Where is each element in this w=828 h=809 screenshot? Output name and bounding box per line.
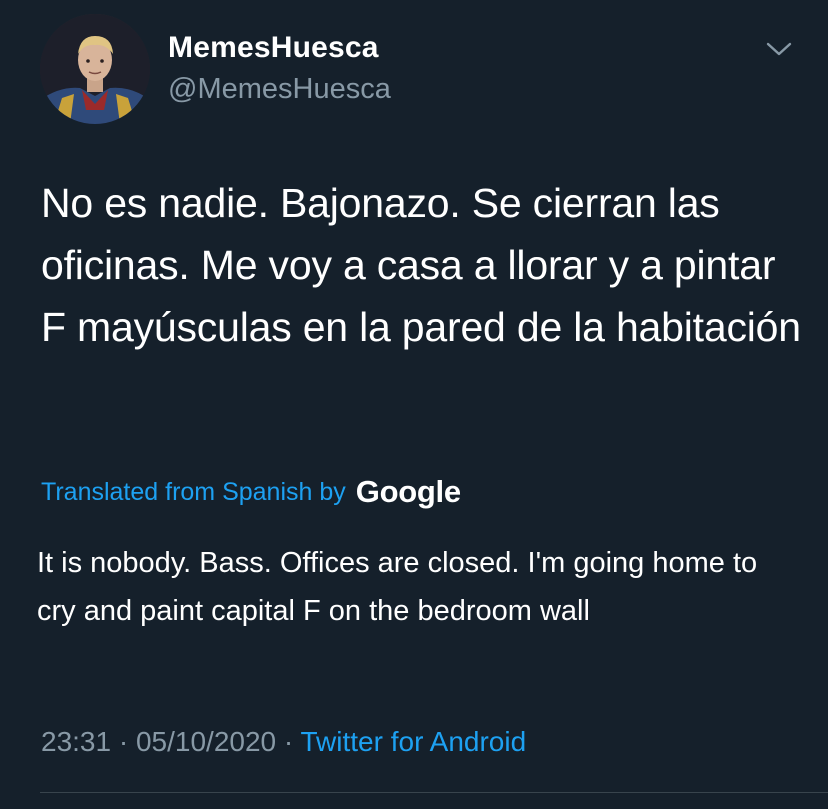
tweet-source-link[interactable]: Twitter for Android: [301, 726, 527, 757]
tweet-date[interactable]: 05/10/2020: [136, 726, 276, 757]
user-handle[interactable]: @MemesHuesca: [168, 73, 391, 106]
google-logo: Google: [355, 474, 461, 509]
meta-separator: ·: [276, 726, 301, 757]
meta-separator: ·: [111, 726, 136, 757]
translated-from-link[interactable]: Translated from Spanish by: [41, 478, 346, 507]
translation-attribution: Translated from Spanish by Google: [41, 472, 461, 512]
divider: [40, 792, 828, 793]
avatar[interactable]: [40, 14, 150, 124]
display-name[interactable]: MemesHuesca: [168, 31, 379, 65]
tweet-text: No es nadie. Bajonazo. Se cierran las of…: [41, 180, 801, 350]
tweet: MemesHuesca @MemesHuesca No es nadie. Ba…: [0, 0, 828, 809]
translated-text: It is nobody. Bass. Offices are closed. …: [37, 547, 758, 627]
avatar-image: [40, 14, 150, 124]
tweet-time[interactable]: 23:31: [41, 726, 111, 757]
tweet-meta: 23:31 · 05/10/2020 · Twitter for Android: [41, 726, 526, 758]
chevron-down-icon[interactable]: [764, 36, 794, 62]
